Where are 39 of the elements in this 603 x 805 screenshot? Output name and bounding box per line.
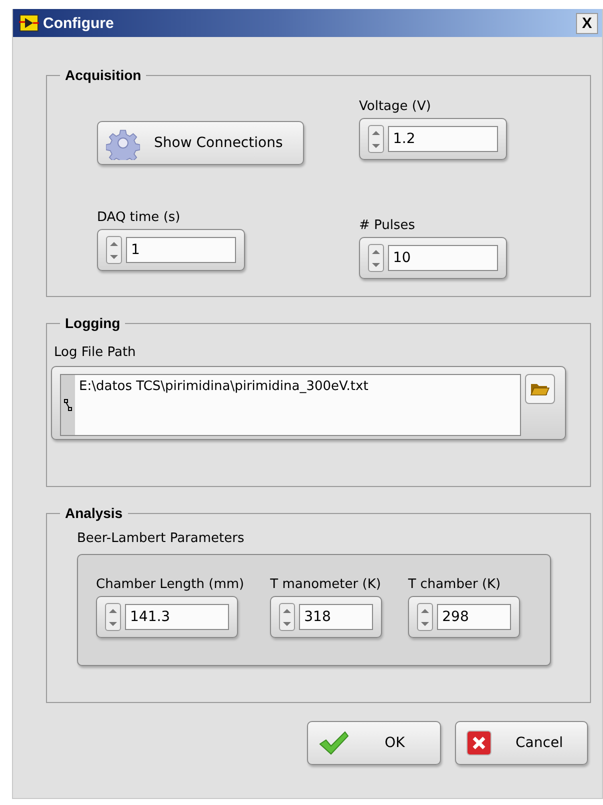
spinner-icon[interactable] [106, 236, 122, 264]
numeric-control[interactable]: 318 [270, 596, 382, 638]
spinner-icon[interactable] [279, 603, 296, 631]
value-field[interactable]: 1.2 [388, 126, 498, 152]
control-label: T manometer (K) [270, 577, 382, 592]
numeric-control[interactable]: 141.3 [96, 596, 238, 638]
section-title: Acquisition [64, 67, 142, 83]
numeric-control[interactable]: 1.2 [359, 118, 507, 160]
value-field[interactable]: 298 [437, 604, 512, 630]
value-field[interactable]: 10 [388, 245, 498, 271]
value-field[interactable]: 318 [299, 604, 374, 630]
section-title: Logging [64, 315, 122, 331]
numeric-control[interactable]: 298 [408, 596, 520, 638]
cluster-label: Beer-Lambert Parameters [77, 531, 246, 546]
window-title: Configure [43, 14, 115, 32]
cancel-button[interactable]: Cancel [454, 721, 588, 765]
control-label: Voltage (V) [359, 99, 432, 114]
app-icon [19, 14, 39, 32]
close-icon [466, 730, 492, 756]
browse-button[interactable] [525, 374, 555, 404]
ok-button[interactable]: OK [307, 721, 440, 765]
value-field[interactable]: 1 [126, 237, 236, 263]
control-label: DAQ time (s) [97, 210, 182, 225]
control-label: Chamber Length (mm) [96, 577, 244, 592]
spinner-icon[interactable] [417, 603, 434, 631]
checkmark-icon [318, 730, 350, 756]
spinner-icon[interactable] [368, 125, 384, 153]
numeric-control[interactable]: 10 [359, 237, 507, 279]
show-connections-button[interactable]: Show Connections [97, 121, 304, 165]
section-title: Analysis [64, 505, 124, 521]
spinner-icon[interactable] [368, 244, 384, 272]
close-button[interactable]: X [576, 12, 598, 34]
numeric-control[interactable]: 1 [97, 229, 245, 271]
folder-icon [530, 381, 550, 397]
value-field[interactable]: 141.3 [125, 604, 229, 630]
control-label: # Pulses [359, 218, 416, 233]
control-label: T chamber (K) [408, 577, 502, 592]
spinner-icon[interactable] [105, 603, 121, 631]
control-label: Log File Path [54, 345, 137, 360]
